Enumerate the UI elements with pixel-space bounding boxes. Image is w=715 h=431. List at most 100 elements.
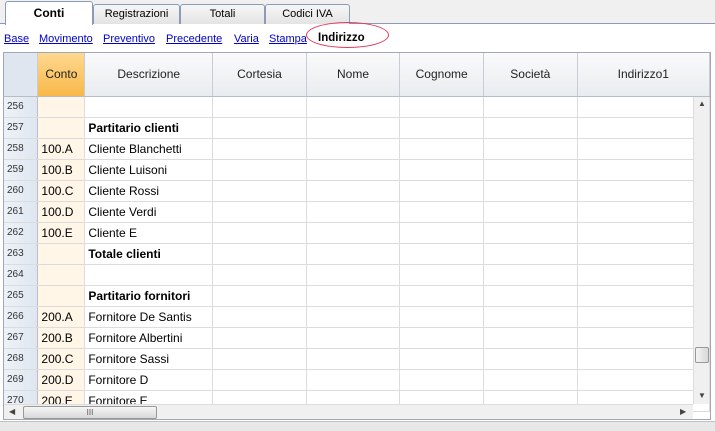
cell-indirizzo1[interactable] <box>577 201 710 223</box>
cell-cortesia[interactable] <box>212 264 307 286</box>
cell-conto[interactable] <box>37 264 86 286</box>
cell-cortesia[interactable] <box>212 306 307 328</box>
table-row[interactable]: 262 100.E Cliente E <box>4 222 710 244</box>
table-row[interactable]: 256 <box>4 96 710 118</box>
cell-indirizzo1[interactable] <box>577 222 710 244</box>
scroll-left-icon[interactable]: ◀ <box>9 407 15 417</box>
cell-descrizione[interactable]: Cliente Blanchetti <box>84 138 214 160</box>
cell-conto[interactable]: 100.E <box>37 222 86 244</box>
cell-societa[interactable] <box>483 369 578 391</box>
table-row[interactable]: 260 100.C Cliente Rossi <box>4 180 710 202</box>
cell-cortesia[interactable] <box>212 201 307 223</box>
cell-cortesia[interactable] <box>212 222 307 244</box>
table-row[interactable]: 265 Partitario fornitori <box>4 285 710 307</box>
column-header-indirizzo1[interactable]: Indirizzo1 <box>577 53 710 97</box>
cell-cognome[interactable] <box>399 264 485 286</box>
cell-nome[interactable] <box>306 369 401 391</box>
cell-descrizione[interactable]: Cliente Luisoni <box>84 159 214 181</box>
cell-descrizione[interactable]: Fornitore Sassi <box>84 348 214 370</box>
cell-societa[interactable] <box>483 180 578 202</box>
cell-cortesia[interactable] <box>212 96 307 118</box>
cell-cognome[interactable] <box>399 243 485 265</box>
tab-conti[interactable]: Conti <box>5 1 93 25</box>
cell-societa[interactable] <box>483 159 578 181</box>
table-row[interactable]: 259 100.B Cliente Luisoni <box>4 159 710 181</box>
cell-nome[interactable] <box>306 117 401 139</box>
tab-codici-iva[interactable]: Codici IVA <box>265 4 350 24</box>
cell-nome[interactable] <box>306 306 401 328</box>
cell-descrizione[interactable]: Cliente Verdi <box>84 201 214 223</box>
cell-descrizione[interactable]: Fornitore De Santis <box>84 306 214 328</box>
cell-cognome[interactable] <box>399 117 485 139</box>
horizontal-scrollbar[interactable]: ◀ III ▶ <box>4 404 693 419</box>
cell-cortesia[interactable] <box>212 348 307 370</box>
cell-conto[interactable]: 200.A <box>37 306 86 328</box>
cell-conto[interactable] <box>37 285 86 307</box>
cell-indirizzo1[interactable] <box>577 306 710 328</box>
cell-indirizzo1[interactable] <box>577 327 710 349</box>
cell-nome[interactable] <box>306 180 401 202</box>
cell-nome[interactable] <box>306 348 401 370</box>
cell-cognome[interactable] <box>399 201 485 223</box>
cell-cognome[interactable] <box>399 138 485 160</box>
cell-societa[interactable] <box>483 96 578 118</box>
tab-registrazioni[interactable]: Registrazioni <box>93 4 180 24</box>
cell-societa[interactable] <box>483 222 578 244</box>
cell-societa[interactable] <box>483 243 578 265</box>
cell-societa[interactable] <box>483 201 578 223</box>
scroll-up-icon[interactable]: ▲ <box>698 99 706 109</box>
cell-indirizzo1[interactable] <box>577 285 710 307</box>
tab-totali[interactable]: Totali <box>180 4 265 24</box>
cell-conto[interactable]: 100.A <box>37 138 86 160</box>
cell-cortesia[interactable] <box>212 327 307 349</box>
cell-cognome[interactable] <box>399 180 485 202</box>
cell-descrizione[interactable]: Cliente Rossi <box>84 180 214 202</box>
vertical-scroll-thumb[interactable] <box>695 347 709 363</box>
cell-indirizzo1[interactable] <box>577 243 710 265</box>
cell-conto[interactable]: 100.D <box>37 201 86 223</box>
cell-cognome[interactable] <box>399 369 485 391</box>
cell-descrizione[interactable]: Partitario fornitori <box>84 285 214 307</box>
cell-conto[interactable] <box>37 117 86 139</box>
table-row[interactable]: 261 100.D Cliente Verdi <box>4 201 710 223</box>
cell-nome[interactable] <box>306 327 401 349</box>
view-stampa-link[interactable]: Stampa <box>269 33 307 45</box>
column-header-nome[interactable]: Nome <box>306 53 401 97</box>
scroll-right-icon[interactable]: ▶ <box>680 407 686 417</box>
cell-societa[interactable] <box>483 264 578 286</box>
cell-descrizione[interactable]: Fornitore Albertini <box>84 327 214 349</box>
cell-descrizione[interactable]: Partitario clienti <box>84 117 214 139</box>
cell-cognome[interactable] <box>399 222 485 244</box>
column-header-cognome[interactable]: Cognome <box>399 53 485 97</box>
table-row[interactable]: 258 100.A Cliente Blanchetti <box>4 138 710 160</box>
column-header-descrizione[interactable]: Descrizione <box>84 53 214 97</box>
cell-indirizzo1[interactable] <box>577 180 710 202</box>
horizontal-scroll-thumb[interactable]: III <box>23 406 157 419</box>
cell-conto[interactable] <box>37 96 86 118</box>
cell-cortesia[interactable] <box>212 369 307 391</box>
table-row[interactable]: 269 200.D Fornitore D <box>4 369 710 391</box>
cell-societa[interactable] <box>483 348 578 370</box>
view-indirizzo-link[interactable]: Indirizzo <box>318 32 365 44</box>
cell-indirizzo1[interactable] <box>577 264 710 286</box>
cell-nome[interactable] <box>306 96 401 118</box>
view-varia-link[interactable]: Varia <box>234 33 259 45</box>
cell-nome[interactable] <box>306 159 401 181</box>
cell-descrizione[interactable]: Fornitore D <box>84 369 214 391</box>
cell-nome[interactable] <box>306 264 401 286</box>
table-row[interactable]: 257 Partitario clienti <box>4 117 710 139</box>
cell-societa[interactable] <box>483 138 578 160</box>
cell-cortesia[interactable] <box>212 117 307 139</box>
table-row[interactable]: 263 Totale clienti <box>4 243 710 265</box>
cell-societa[interactable] <box>483 285 578 307</box>
cell-nome[interactable] <box>306 222 401 244</box>
cell-conto[interactable] <box>37 243 86 265</box>
table-row[interactable]: 268 200.C Fornitore Sassi <box>4 348 710 370</box>
cell-conto[interactable]: 100.C <box>37 180 86 202</box>
cell-conto[interactable]: 100.B <box>37 159 86 181</box>
cell-indirizzo1[interactable] <box>577 96 710 118</box>
cell-conto[interactable]: 200.C <box>37 348 86 370</box>
table-row[interactable]: 264 <box>4 264 710 286</box>
cell-cognome[interactable] <box>399 348 485 370</box>
cell-indirizzo1[interactable] <box>577 369 710 391</box>
